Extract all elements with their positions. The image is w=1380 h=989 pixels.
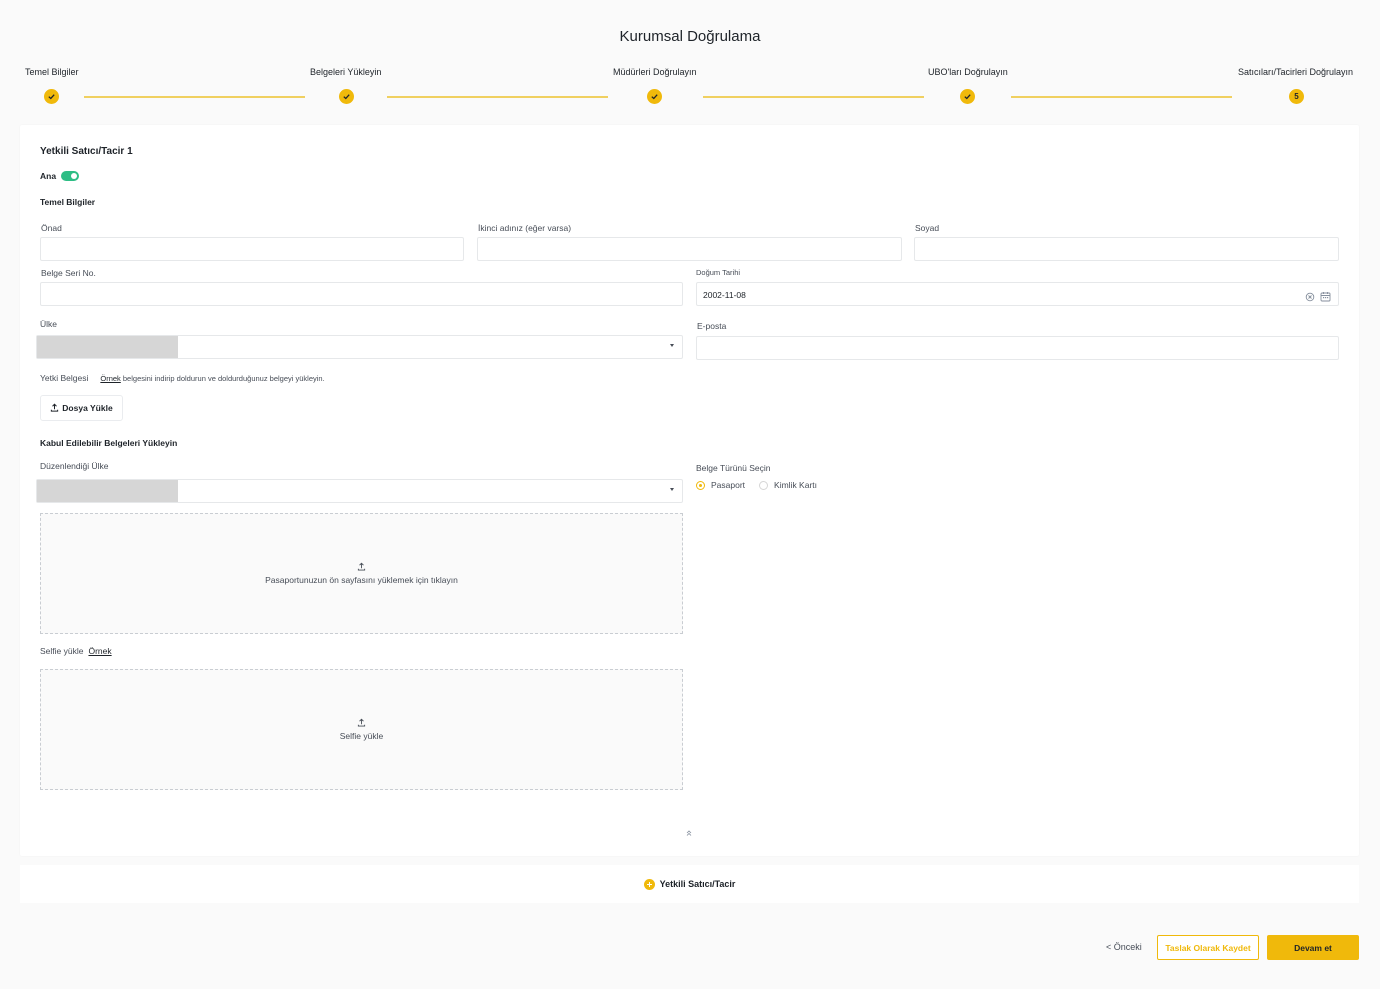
doc-serial-label: Belge Seri No.	[41, 268, 96, 278]
step-connector	[387, 96, 608, 98]
add-merchant-button[interactable]: Yetkili Satıcı/Tacir	[20, 865, 1359, 903]
upload-file-button[interactable]: Dosya Yükle	[40, 395, 123, 421]
doc-type-radio-group: Pasaport Kimlik Kartı	[696, 480, 817, 490]
middle-name-label: İkinci adınız (eğer varsa)	[478, 223, 572, 233]
selfie-upload-dropzone[interactable]: Selfie yükle	[40, 669, 683, 790]
selfie-example-link[interactable]: Örnek	[88, 646, 111, 656]
issuing-country-label: Düzenlendiği Ülke	[40, 461, 109, 471]
accepted-docs-title: Kabul Edilebilir Belgeleri Yükleyin	[40, 438, 178, 448]
calendar-icon[interactable]	[1320, 289, 1331, 302]
middle-name-input[interactable]	[477, 237, 902, 261]
upload-icon	[50, 403, 59, 414]
radio-passport[interactable]	[696, 480, 705, 490]
first-name-label: Önad	[41, 223, 62, 233]
step-label-5: Satıcıları/Tacirleri Doğrulayın	[1238, 67, 1354, 77]
birth-date-label: Doğum Tarihi	[696, 268, 741, 277]
basic-info-title: Temel Bilgiler	[40, 197, 96, 207]
step-label-2: Belgeleri Yükleyin	[310, 67, 382, 77]
doc-type-label: Belge Türünü Seçin	[696, 463, 771, 473]
issuing-country-select-value	[37, 480, 178, 502]
continue-button[interactable]: Devam et	[1267, 935, 1359, 960]
radio-id-card[interactable]	[759, 480, 769, 490]
step-label-3: Müdürleri Doğrulayın	[613, 67, 697, 77]
add-merchant-label: Yetkili Satıcı/Tacir	[659, 879, 736, 889]
clear-icon[interactable]	[1305, 289, 1315, 302]
authority-doc-row: Yetki Belgesi Örnek belgesini indirip do…	[40, 373, 325, 383]
country-select-value	[37, 336, 178, 358]
first-name-input[interactable]	[40, 237, 464, 261]
main-toggle-label: Ana	[40, 171, 57, 181]
step-4-check-icon[interactable]	[960, 89, 975, 104]
selfie-upload-text: Selfie yükle	[339, 731, 384, 741]
last-name-input[interactable]	[914, 237, 1339, 261]
progress-stepper: Temel Bilgiler Belgeleri Yükleyin Müdürl…	[0, 0, 1380, 110]
main-toggle-switch[interactable]	[61, 171, 80, 181]
upload-icon	[357, 718, 366, 729]
email-input[interactable]	[696, 336, 1339, 360]
collapse-chevron-up-icon[interactable]	[685, 824, 693, 836]
last-name-label: Soyad	[915, 223, 940, 233]
doc-serial-input[interactable]	[40, 282, 683, 306]
chevron-down-icon	[670, 344, 674, 347]
step-2-check-icon[interactable]	[339, 89, 354, 104]
country-label: Ülke	[40, 319, 58, 329]
issuing-country-select[interactable]	[36, 479, 683, 503]
step-label-1: Temel Bilgiler	[25, 67, 79, 77]
passport-upload-dropzone[interactable]: Pasaportunuzun ön sayfasını yüklemek içi…	[40, 513, 683, 634]
selfie-row: Selfie yükle Örnek	[40, 646, 112, 656]
step-3-check-icon[interactable]	[647, 89, 662, 104]
email-label: E-posta	[697, 321, 727, 331]
step-label-4: UBO'ları Doğrulayın	[928, 67, 1008, 77]
merchant-form-card: Yetkili Satıcı/Tacir 1 Ana Temel Bilgile…	[20, 125, 1359, 856]
save-draft-button[interactable]: Taslak Olarak Kaydet	[1157, 935, 1259, 960]
radio-passport-label: Pasaport	[711, 480, 746, 490]
step-1-check-icon[interactable]	[44, 89, 59, 104]
plus-circle-icon	[643, 878, 655, 890]
step-connector	[1011, 96, 1232, 98]
passport-upload-text: Pasaportunuzun ön sayfasını yüklemek içi…	[265, 575, 458, 585]
previous-button[interactable]: < Önceki	[1106, 942, 1142, 952]
birth-date-input[interactable]: 2002-11-08	[696, 282, 1339, 306]
authority-doc-example-link[interactable]: Örnek	[100, 374, 120, 383]
country-select[interactable]	[36, 335, 683, 359]
merchant-title: Yetkili Satıcı/Tacir 1	[40, 146, 133, 157]
authority-doc-hint: belgesini indirip doldurun ve doldurduğu…	[122, 373, 325, 383]
upload-icon	[357, 562, 366, 573]
selfie-label: Selfie yükle	[40, 646, 84, 656]
authority-doc-label: Yetki Belgesi	[40, 373, 89, 383]
step-5-number[interactable]: 5	[1289, 89, 1304, 104]
step-connector	[84, 96, 305, 98]
radio-id-card-label: Kimlik Kartı	[774, 480, 818, 490]
upload-file-button-label: Dosya Yükle	[62, 403, 113, 413]
chevron-down-icon	[670, 488, 674, 491]
step-connector	[703, 96, 924, 98]
main-toggle-row: Ana	[40, 171, 80, 181]
